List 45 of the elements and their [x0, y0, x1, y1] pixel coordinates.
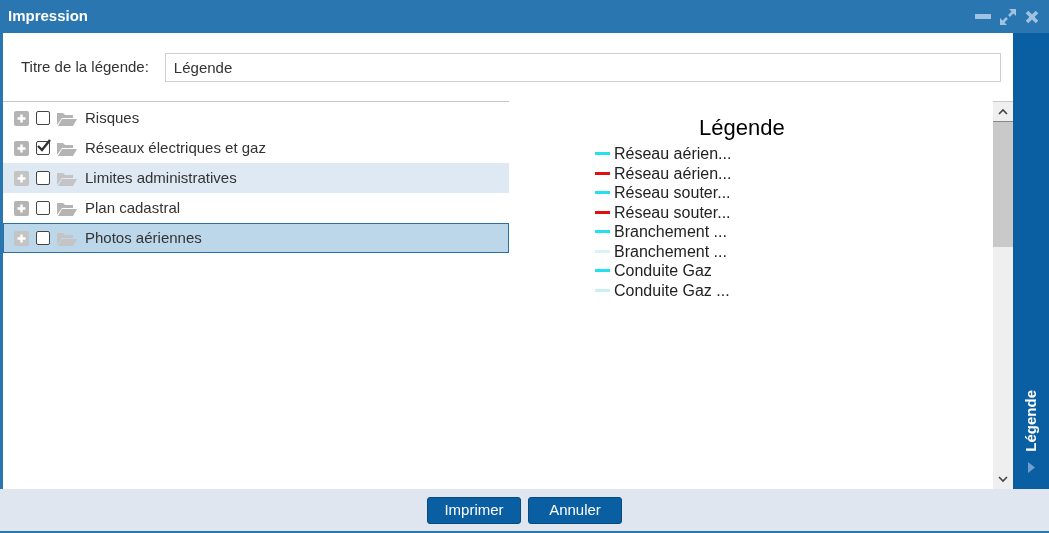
legend-label: Conduite Gaz — [614, 261, 712, 281]
legend-title-field[interactable]: Légende — [164, 52, 1001, 82]
folder-icon — [57, 110, 77, 126]
window-title: Impression — [8, 6, 90, 27]
folder-icon — [57, 230, 77, 246]
tree-row[interactable]: Photos aériennes — [3, 223, 509, 253]
expand-icon[interactable] — [14, 230, 29, 246]
tree-label: Limites administratives — [85, 167, 237, 188]
scroll-down-icon[interactable] — [998, 476, 1008, 483]
tree-label: Plan cadastral — [85, 197, 181, 218]
expand-arrow-icon[interactable] — [1027, 462, 1035, 473]
side-panel-label: Légende — [1020, 390, 1040, 452]
checkbox[interactable] — [36, 231, 50, 245]
expand-icon[interactable] — [14, 200, 29, 216]
tree-label: Risques — [85, 107, 140, 128]
field-label: Titre de la légende: — [21, 56, 149, 77]
checkbox[interactable] — [36, 201, 50, 215]
expand-icon[interactable] — [14, 140, 29, 156]
tree-row[interactable]: Limites administratives — [3, 163, 509, 193]
dialog-button[interactable]: Imprimer — [427, 496, 521, 524]
expand-icon[interactable] — [14, 170, 29, 186]
legend-label: Branchement ... — [614, 241, 727, 261]
checkbox[interactable] — [36, 171, 50, 185]
checkbox[interactable] — [36, 111, 50, 125]
legend-label: Réseau aérien... — [614, 163, 732, 183]
tree-label: Photos aériennes — [85, 227, 202, 248]
dialog-button[interactable]: Annuler — [528, 496, 622, 524]
legend-label: Réseau souter... — [614, 202, 731, 222]
folder-icon — [57, 170, 77, 186]
legend-label: Réseau aérien... — [614, 144, 732, 164]
tree-label: Réseaux électriques et gaz — [85, 137, 266, 158]
close-icon[interactable] — [1025, 9, 1039, 24]
folder-icon — [57, 140, 77, 156]
expand-icon[interactable] — [14, 110, 29, 126]
scroll-up-icon[interactable] — [998, 108, 1008, 115]
legend-label: Réseau souter... — [614, 183, 731, 203]
checkbox[interactable] — [36, 141, 50, 155]
maximize-icon[interactable] — [999, 7, 1017, 26]
side-panel[interactable]: Légende — [1013, 33, 1049, 489]
folder-icon — [57, 200, 77, 216]
legend-label: Conduite Gaz ... — [614, 280, 730, 300]
legend-label: Branchement ... — [614, 222, 727, 242]
scrollbar[interactable] — [993, 101, 1013, 489]
legend-heading: Légende — [698, 115, 786, 141]
scroll-thumb[interactable] — [993, 121, 1013, 247]
